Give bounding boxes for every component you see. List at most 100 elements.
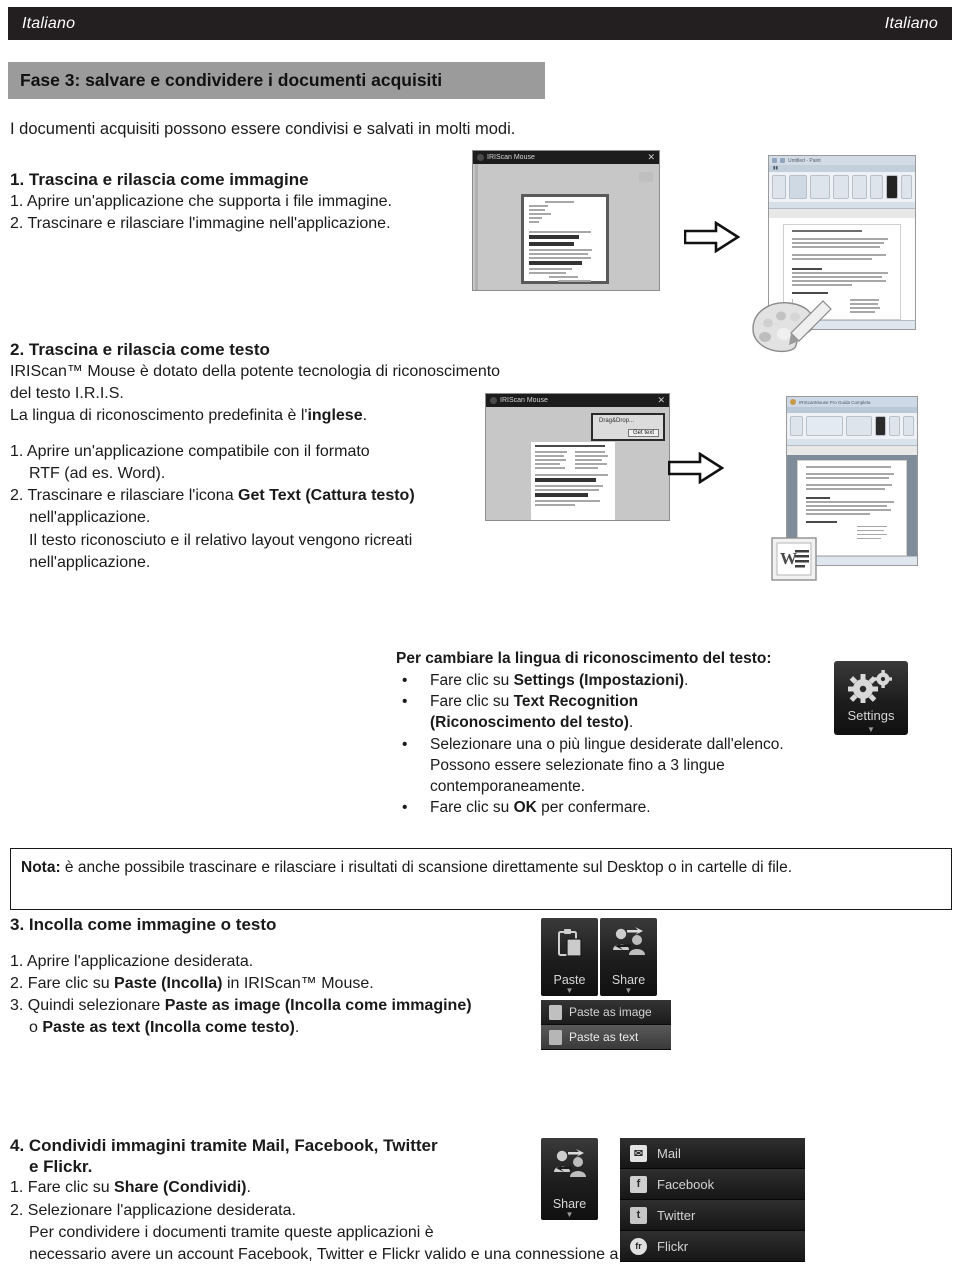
section-3-step-3: 3. Quindi selezionare Paste as image (In… — [10, 997, 472, 1015]
share-people-icon — [613, 927, 645, 955]
section-2-line-1: IRIScan™ Mouse è dotato della potente te… — [10, 363, 501, 403]
window-title-text: IRIScan Mouse — [500, 397, 548, 404]
iriscan-window-image-mode: IRIScan Mouse ✕ — [472, 150, 660, 291]
flickr-icon: fr — [630, 1237, 647, 1255]
clipboard-small-icon — [549, 1004, 562, 1020]
section-3-step-2: 2. Fare clic su Paste (Incolla) in IRISc… — [10, 975, 374, 993]
section-2-step-1b: RTF (ad es. Word). — [29, 465, 166, 483]
word-ribbon — [787, 413, 917, 439]
paint-toolbar — [769, 172, 915, 202]
section-4-heading-line-1: 4. Condividi immagini tramite Mail, Face… — [10, 1136, 438, 1155]
svg-text:W: W — [780, 549, 797, 568]
share-tile-button[interactable]: Share ▼ — [600, 918, 657, 996]
menu-item-twitter[interactable]: t Twitter — [620, 1200, 805, 1231]
iriscan-window-text-mode: IRIScan Mouse ✕ Drag&Drop... Get text — [485, 393, 670, 521]
tip-item: • Fare clic su OK per confermare. — [396, 797, 846, 818]
section-2-step-2: 2. Trascinare e rilasciare l'icona Get T… — [10, 485, 510, 507]
gear-icon — [848, 670, 892, 703]
section-4-step-2b: Per condividere i documenti tramite ques… — [29, 1223, 434, 1241]
section-2-heading: 2. Trascina e rilascia come testo — [10, 340, 270, 359]
chevron-down-icon: ▼ — [624, 986, 633, 995]
share-tile-button-2[interactable]: Share ▼ — [541, 1138, 598, 1220]
paint-palette-icon — [745, 295, 837, 362]
menu-item-label: Paste as image — [569, 1005, 652, 1019]
page-title: Fase 3: salvare e condividere i document… — [20, 70, 443, 90]
tip-item-continuation: (Riconoscimento del testo). — [430, 714, 634, 732]
section-3: 3. Incolla come immagine o testo 1. Apri… — [10, 915, 550, 1039]
bullet-icon: • — [402, 799, 408, 817]
section-2-step-1: 1. Aprire un'applicazione compatibile co… — [10, 443, 370, 461]
close-icon: ✕ — [657, 395, 665, 405]
clipboard-icon — [558, 929, 582, 957]
section-2-step-2d: nell'applicazione. — [29, 553, 151, 571]
get-text-button[interactable]: Get text — [627, 429, 659, 437]
menu-item-label: Facebook — [657, 1176, 715, 1192]
flow-arrow-1 — [684, 221, 740, 253]
share-panel: Share ▼ ✉ Mail f Facebook t Twitter fr F… — [541, 1138, 805, 1262]
note-box: Nota: è anche possibile trascinare e ril… — [10, 848, 952, 910]
clipboard-small-icon — [549, 1029, 562, 1045]
word-document-icon: W — [768, 534, 820, 589]
note-label: Nota: — [21, 859, 61, 876]
section-3-heading: 3. Incolla come immagine o testo — [10, 915, 277, 934]
section-1-step-1: 1. Aprire un'applicazione che supporta i… — [10, 193, 392, 210]
paste-tile-button[interactable]: Paste ▼ — [541, 918, 598, 996]
share-people-icon — [554, 1149, 586, 1177]
tips-heading: Per cambiare la lingua di riconoscimento… — [396, 650, 772, 667]
twitter-icon: t — [630, 1206, 647, 1224]
section-1-step-2: 2. Trascinare e rilasciare l'immagine ne… — [10, 215, 391, 233]
header-right-label: Italiano — [884, 14, 938, 32]
section-2-step-2b: nell'applicazione. — [29, 509, 151, 527]
back-icon — [490, 397, 497, 404]
paste-share-panel: Paste ▼ Share ▼ Paste as image Paste as … — [541, 918, 671, 1050]
share-dropdown-menu: ✉ Mail f Facebook t Twitter fr Flickr — [620, 1138, 805, 1262]
section-4-step-1: 1. Fare clic su Share (Condividi). — [10, 1179, 251, 1197]
section-2-line-2-pre: La lingua di riconoscimento predefinita … — [10, 407, 308, 425]
page-root: Italiano Italiano Fase 3: salvare e cond… — [0, 0, 960, 1286]
drag-drop-label: Drag&Drop... — [599, 418, 635, 424]
section-4-heading-line-2: e Flickr. — [29, 1156, 93, 1176]
menu-item-facebook[interactable]: f Facebook — [620, 1169, 805, 1200]
header-bar: Italiano Italiano — [8, 7, 952, 40]
menu-item-label: Flickr — [657, 1238, 689, 1254]
window-body: Drag&Drop... Get text — [486, 407, 669, 520]
section-3-step-3b: o Paste as text (Incolla come testo). — [29, 1019, 300, 1037]
section-2-line-2-post: . — [362, 407, 368, 425]
section-2-step-2-pre: 2. Trascinare e rilasciare l'icona — [10, 487, 239, 505]
get-text-popup[interactable]: Drag&Drop... Get text — [591, 413, 665, 441]
tip-item-continuation: Possono essere selezionate fino a 3 ling… — [430, 756, 725, 774]
section-4: 4. Condividi immagini tramite Mail, Face… — [10, 1136, 681, 1266]
page-title-chip: Fase 3: salvare e condividere i document… — [8, 62, 545, 99]
menu-item-label: Paste as text — [569, 1030, 639, 1044]
menu-item-flickr[interactable]: fr Flickr — [620, 1231, 805, 1262]
bullet-icon: • — [402, 735, 408, 753]
word-window-title: IRIScanMouse Pro Guida Completa — [799, 399, 871, 405]
bullet-icon: • — [402, 672, 408, 689]
settings-tile-button[interactable]: Settings ▼ — [834, 661, 908, 735]
tip-item: • Fare clic su Settings (Impostazioni). — [396, 670, 846, 691]
paint-window-title: Untitled - Paint — [788, 157, 821, 164]
menu-item-mail[interactable]: ✉ Mail — [620, 1138, 805, 1169]
menu-item-paste-as-text[interactable]: Paste as text — [541, 1025, 671, 1050]
section-2-line-2: La lingua di riconoscimento predefinita … — [10, 405, 510, 427]
window-titlebar: IRIScan Mouse ✕ — [486, 394, 669, 407]
intro-paragraph: I documenti acquisiti possono essere con… — [10, 120, 516, 138]
app-menu-icon — [772, 158, 777, 163]
back-icon — [477, 154, 484, 161]
section-1-heading: 1. Trascina e rilascia come immagine — [10, 170, 309, 189]
section-1: 1. Trascina e rilascia come immagine 1. … — [10, 170, 480, 235]
menu-item-paste-as-image[interactable]: Paste as image — [541, 1000, 671, 1025]
tip-item: • Selezionare una o più lingue desiderat… — [396, 734, 846, 755]
section-4-step-2: 2. Selezionare l'applicazione desiderata… — [10, 1201, 296, 1219]
tip-item-continuation: contemporaneamente. — [430, 778, 586, 796]
section-2-step-2-bold: Get Text (Cattura testo) — [238, 487, 415, 505]
section-2-line-2-bold: inglese — [307, 407, 363, 425]
paste-dropdown-menu: Paste as image Paste as text — [541, 1000, 671, 1050]
window-titlebar: IRIScan Mouse ✕ — [473, 151, 659, 164]
menu-item-label: Twitter — [657, 1207, 696, 1223]
window-title-text: IRIScan Mouse — [487, 154, 535, 161]
scanned-document-preview — [521, 194, 609, 284]
scanned-text-preview — [531, 442, 615, 520]
menu-item-label: Mail — [657, 1145, 681, 1161]
tip-item: • Fare clic su Text Recognition — [396, 691, 846, 712]
